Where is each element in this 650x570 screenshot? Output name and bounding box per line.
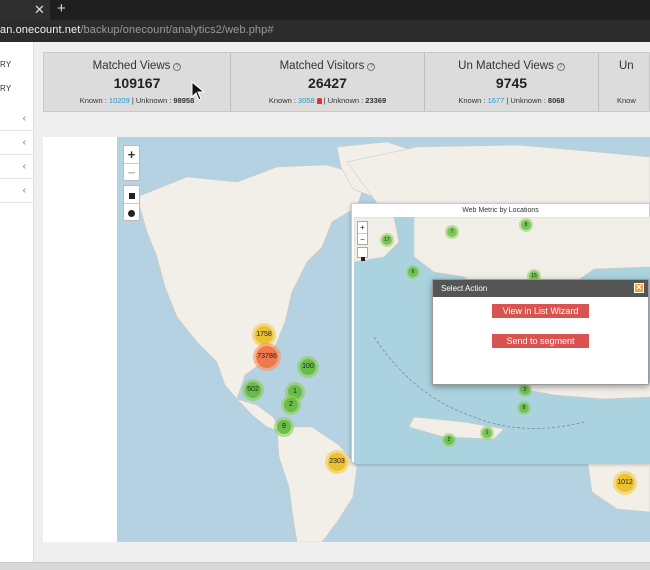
sidebar-item-2[interactable]: ‹ [0, 132, 33, 155]
stat-value: 26427 [308, 75, 347, 91]
known-value[interactable]: 3058 [298, 96, 315, 105]
sidebar-label-2[interactable]: RY [0, 84, 12, 93]
map-cluster[interactable]: 2 [444, 435, 454, 445]
stat-matched-visitors: Matched Visitors? 26427 Known : 3058 | Un… [231, 53, 425, 111]
stat-value: 9745 [495, 75, 528, 91]
map-cluster[interactable]: 2 [520, 385, 530, 395]
url-text[interactable]: an.onecount.net/backup/onecount/analytic… [0, 24, 274, 36]
map-cluster[interactable]: 7 [447, 227, 457, 237]
inner-zoom-out-button[interactable]: − [358, 233, 367, 244]
cluster-count: 2 [289, 401, 293, 408]
stat-title: Matched Visitors [279, 60, 365, 72]
map-cluster[interactable]: 2303 [325, 450, 349, 474]
view-in-list-wizard-button[interactable]: View in List Wizard [492, 304, 589, 318]
map-cluster[interactable]: 8 [519, 403, 529, 413]
square-icon [128, 193, 135, 199]
sidebar-item-4[interactable]: ‹ [0, 180, 33, 203]
map-cluster[interactable]: 1012 [613, 471, 637, 495]
inner-zoom-control: + − [357, 221, 368, 245]
map-cluster[interactable]: 9 [274, 417, 294, 437]
help-icon[interactable]: ? [367, 63, 376, 71]
url-path: /backup/onecount/analytics2/web.php# [80, 24, 274, 36]
address-bar[interactable]: an.onecount.net/backup/onecount/analytic… [0, 20, 650, 42]
mouse-cursor-icon [191, 81, 205, 101]
unknown-label: | Unknown : [506, 96, 546, 105]
unknown-value: 8068 [547, 96, 565, 105]
map-cluster[interactable]: 17 [382, 235, 392, 245]
inner-draw-rectangle-button[interactable] [357, 247, 368, 261]
zoom-out-button[interactable]: − [124, 163, 139, 180]
known-label: Known : [79, 96, 107, 105]
map-cluster[interactable]: 1 [482, 428, 492, 438]
person-icon [316, 98, 322, 104]
browser-tab-bar: ✕ + [0, 0, 650, 20]
chevron-left-icon: ‹ [22, 113, 26, 124]
known-value[interactable]: 10209 [109, 96, 130, 105]
browser-tab[interactable]: ✕ [0, 0, 50, 20]
cluster-count: 1012 [617, 479, 633, 486]
stats-bar: Matched Views? 109167 Known : 10209 | Un… [43, 52, 650, 112]
map-zoom-control: + − [123, 145, 140, 181]
cluster-count: 73786 [257, 353, 277, 360]
select-action-dialog: Select Action ✕ View in List Wizard Send… [432, 279, 649, 385]
sidebar-label-1[interactable]: RY [0, 60, 12, 69]
cluster-count: 9 [282, 423, 286, 430]
dialog-header: Select Action ✕ [433, 280, 648, 297]
known-label: Know [617, 96, 636, 105]
sidebar-item-1[interactable]: ‹ [0, 108, 33, 131]
square-icon [360, 257, 365, 261]
map-cluster[interactable]: 502 [242, 379, 264, 401]
url-host: an.onecount.net [0, 24, 81, 36]
unknown-label: | Unknown : [323, 96, 364, 105]
map-cluster[interactable]: 8 [521, 220, 531, 230]
draw-circle-button[interactable] [124, 203, 139, 220]
cluster-count: 2303 [329, 458, 345, 465]
map-draw-control [123, 185, 140, 221]
chevron-left-icon: ‹ [22, 185, 26, 196]
cluster-count: 502 [247, 386, 259, 393]
window-bottom-edge [0, 562, 650, 570]
draw-rectangle-button[interactable] [124, 186, 139, 203]
known-label: Known : [458, 96, 486, 105]
circle-icon [128, 210, 135, 217]
map-cluster[interactable]: 6 [408, 267, 418, 277]
dialog-title: Select Action [441, 284, 488, 293]
cluster-count: 100 [302, 363, 314, 370]
new-tab-icon[interactable]: + [57, 1, 66, 17]
tab-close-icon[interactable]: ✕ [34, 2, 45, 18]
unknown-label: | Unknown : [131, 96, 172, 105]
chevron-left-icon: ‹ [22, 137, 26, 148]
map-cluster[interactable]: 2 [281, 395, 301, 415]
inner-zoom-in-button[interactable]: + [358, 222, 367, 233]
web-metric-title: Web Metric by Locations [462, 207, 539, 214]
stat-title: Un [619, 60, 634, 72]
stat-title: Un Matched Views [458, 60, 554, 72]
help-icon[interactable]: ? [173, 63, 182, 71]
unknown-value: 23369 [365, 96, 387, 105]
close-icon[interactable]: ✕ [634, 283, 644, 293]
known-label: Known : [268, 96, 296, 105]
send-to-segment-button[interactable]: Send to segment [492, 334, 589, 348]
map-cluster[interactable]: 100 [297, 356, 319, 378]
sidebar: RY RY ‹ ‹ ‹ ‹ [0, 42, 34, 570]
stat-title: Matched Views [92, 60, 171, 72]
known-value[interactable]: 1677 [488, 96, 505, 105]
chevron-left-icon: ‹ [22, 161, 26, 172]
cluster-count: 1758 [256, 331, 272, 338]
stat-unmatched-visitors: Un Know [599, 53, 650, 111]
help-icon[interactable]: ? [556, 63, 565, 71]
stat-unmatched-views: Un Matched Views? 9745 Known : 1677 | Un… [425, 53, 599, 111]
sidebar-item-3[interactable]: ‹ [0, 156, 33, 179]
zoom-in-button[interactable]: + [124, 146, 139, 163]
map-cluster[interactable]: 73786 [253, 343, 281, 371]
